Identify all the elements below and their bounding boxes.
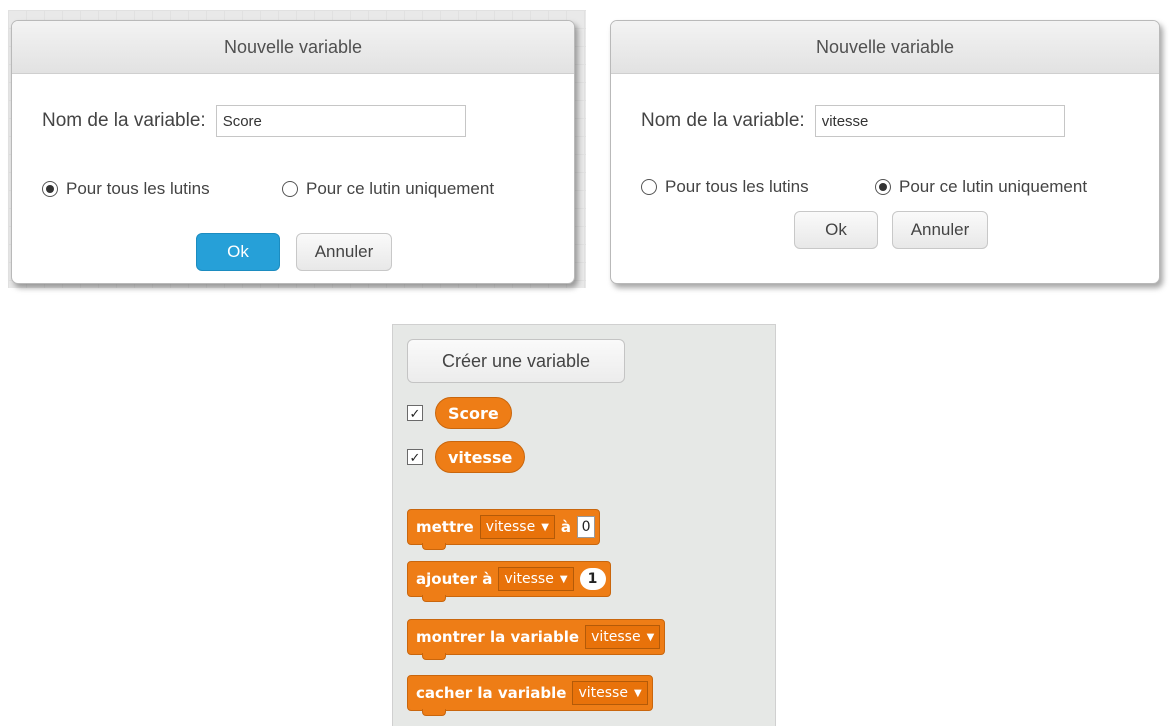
variable-name-label: Nom de la variable: bbox=[641, 110, 805, 131]
radio-selected-icon[interactable] bbox=[875, 179, 891, 195]
variable-row-vitesse: ✓ vitesse bbox=[407, 441, 526, 473]
cancel-button[interactable]: Annuler bbox=[892, 211, 988, 249]
dropdown-arrow-icon: ▼ bbox=[559, 573, 568, 585]
new-variable-dialog-1: Nouvelle variable Nom de la variable: Po… bbox=[11, 20, 575, 284]
variable-dropdown[interactable]: vitesse ▼ bbox=[585, 625, 661, 649]
set-variable-block[interactable]: mettre vitesse ▼ à 0 bbox=[407, 509, 601, 550]
dialog-title: Nouvelle variable bbox=[611, 21, 1159, 74]
variables-palette: Créer une variable ✓ Score ✓ vitesse met… bbox=[392, 324, 776, 726]
variable-name-input[interactable] bbox=[814, 105, 1065, 137]
variable-name-row: Nom de la variable: bbox=[42, 105, 466, 137]
block-label: mettre bbox=[416, 518, 474, 536]
ok-button[interactable]: Ok bbox=[794, 211, 878, 249]
radio-this-sprite-label: Pour ce lutin uniquement bbox=[899, 177, 1088, 196]
variable-reporter-vitesse[interactable]: vitesse bbox=[435, 441, 526, 473]
radio-all-sprites-label: Pour tous les lutins bbox=[665, 177, 809, 196]
variable-dropdown[interactable]: vitesse ▼ bbox=[479, 515, 555, 539]
variable-name-input[interactable] bbox=[215, 105, 466, 137]
radio-unselected-icon[interactable] bbox=[641, 179, 657, 195]
hide-variable-block[interactable]: cacher la variable vitesse ▼ bbox=[407, 675, 653, 716]
radio-this-sprite[interactable]: Pour ce lutin uniquement bbox=[875, 177, 1087, 197]
variable-reporter-score[interactable]: Score bbox=[435, 397, 512, 429]
ok-button[interactable]: Ok bbox=[196, 233, 280, 271]
dropdown-arrow-icon: ▼ bbox=[633, 687, 642, 699]
checkbox-checked-icon[interactable]: ✓ bbox=[407, 449, 423, 465]
radio-all-sprites-label: Pour tous les lutins bbox=[66, 179, 210, 198]
block-label: cacher la variable bbox=[416, 684, 567, 702]
block-label: à bbox=[560, 518, 572, 536]
checkbox-checked-icon[interactable]: ✓ bbox=[407, 405, 423, 421]
block-label: montrer la variable bbox=[416, 628, 580, 646]
radio-unselected-icon[interactable] bbox=[282, 181, 298, 197]
variable-name-label: Nom de la variable: bbox=[42, 110, 206, 131]
variable-dropdown[interactable]: vitesse ▼ bbox=[498, 567, 574, 591]
value-input[interactable]: 0 bbox=[577, 516, 596, 538]
variable-dropdown[interactable]: vitesse ▼ bbox=[572, 681, 648, 705]
variable-name-row: Nom de la variable: bbox=[641, 105, 1065, 137]
radio-selected-icon[interactable] bbox=[42, 181, 58, 197]
new-variable-dialog-2: Nouvelle variable Nom de la variable: Po… bbox=[610, 20, 1160, 284]
value-input[interactable]: 1 bbox=[579, 568, 606, 590]
radio-this-sprite[interactable]: Pour ce lutin uniquement bbox=[282, 179, 494, 199]
radio-all-sprites[interactable]: Pour tous les lutins bbox=[42, 179, 210, 199]
show-variable-block[interactable]: montrer la variable vitesse ▼ bbox=[407, 619, 666, 660]
radio-this-sprite-label: Pour ce lutin uniquement bbox=[306, 179, 495, 198]
dialog-title: Nouvelle variable bbox=[12, 21, 574, 74]
dropdown-arrow-icon: ▼ bbox=[646, 631, 655, 643]
variable-row-score: ✓ Score bbox=[407, 397, 512, 429]
create-variable-button[interactable]: Créer une variable bbox=[407, 339, 625, 383]
radio-all-sprites[interactable]: Pour tous les lutins bbox=[641, 177, 809, 197]
change-variable-block[interactable]: ajouter à vitesse ▼ 1 bbox=[407, 561, 611, 602]
block-label: ajouter à bbox=[416, 570, 493, 588]
cancel-button[interactable]: Annuler bbox=[296, 233, 392, 271]
dropdown-arrow-icon: ▼ bbox=[541, 521, 549, 533]
